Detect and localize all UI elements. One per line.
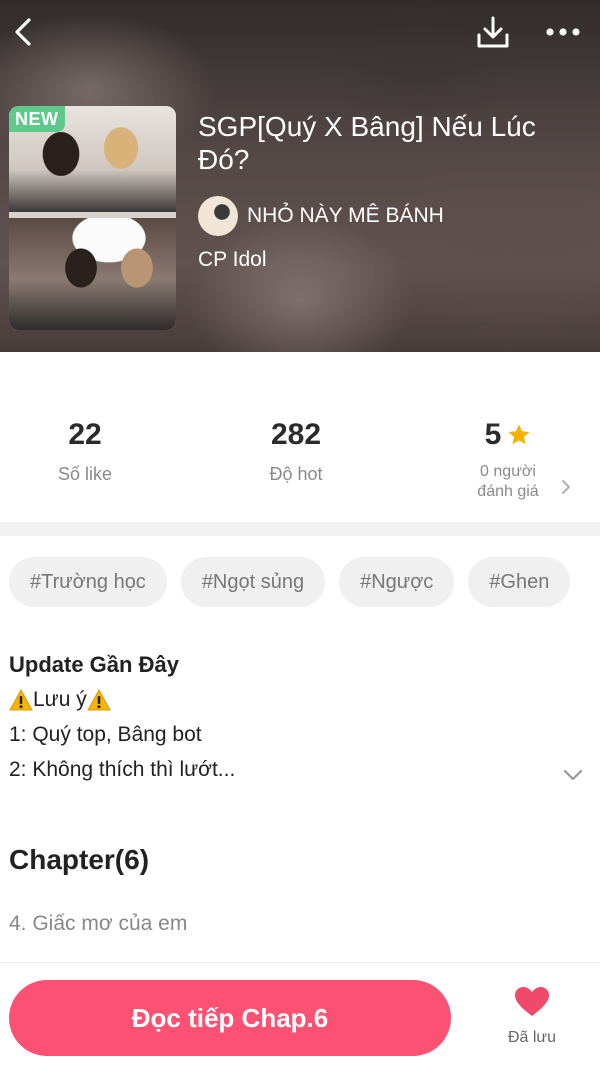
story-hero: NEW SGP[Quý X Bâng] Nếu Lúc Đó? NHỎ NÀY … xyxy=(0,0,600,352)
heart-icon xyxy=(515,987,549,1016)
rating-value: 5 xyxy=(484,418,502,451)
hot-count: 282 xyxy=(270,418,322,451)
like-label: Số like xyxy=(57,464,113,484)
top-bar xyxy=(0,0,600,66)
tag-chip[interactable]: #Ghen xyxy=(468,557,571,607)
warning-icon xyxy=(9,688,33,710)
download-button[interactable] xyxy=(472,12,514,52)
continue-reading-button[interactable]: Đọc tiếp Chap.6 xyxy=(9,980,451,1056)
star-icon xyxy=(508,424,530,445)
like-count: 22 xyxy=(68,418,102,451)
tag-chip[interactable]: #Ngược xyxy=(339,557,455,607)
story-title: SGP[Quý X Bâng] Nếu Lúc Đó? xyxy=(198,111,536,175)
story-cover-image[interactable] xyxy=(9,106,176,330)
update-note: Lưu ý xyxy=(33,688,87,711)
section-divider xyxy=(0,522,600,536)
saved-label: Đã lưu xyxy=(507,1029,557,1046)
update-line-2: 2: Không thích thì lướt... xyxy=(9,758,236,781)
cover-panel-bottom xyxy=(9,218,176,330)
hot-label: Độ hot xyxy=(269,464,323,484)
recent-update: Update Gần Đây Lưu ý 1: Quý top, Bâng bo… xyxy=(9,648,569,787)
rating-count-label: 0 người xyxy=(480,463,536,480)
more-options-button[interactable] xyxy=(540,12,586,52)
update-note-line: Lưu ý xyxy=(9,682,569,717)
like-stat: 22 Số like xyxy=(30,418,140,485)
author-name: NHỎ NÀY MÊ BÁNH xyxy=(247,204,444,227)
warning-icon xyxy=(86,688,111,710)
new-badge: NEW xyxy=(9,106,65,132)
rating-caption: đánh giá xyxy=(477,483,539,500)
saved-button[interactable]: Đã lưu xyxy=(500,986,564,1047)
expand-button[interactable] xyxy=(560,762,586,788)
update-title: Update Gần Đây xyxy=(9,652,179,677)
hot-stat: 282 Độ hot xyxy=(236,418,356,485)
author-link[interactable]: NHỎ NÀY MÊ BÁNH xyxy=(198,196,444,236)
more-dots-icon xyxy=(546,28,580,36)
download-icon xyxy=(477,16,509,48)
rating-stat[interactable]: 5 0 người đánh giá xyxy=(446,418,570,502)
stats-panel: 22 Số like 282 Độ hot 5 0 người đánh giá xyxy=(0,352,600,522)
chevron-down-icon xyxy=(563,769,583,781)
chapter-heading: Chapter(6) xyxy=(9,844,150,875)
tag-chip[interactable]: #Trường học xyxy=(9,557,167,607)
story-category[interactable]: CP Idol xyxy=(198,248,267,272)
chapter-item[interactable]: 4. Giấc mơ của em xyxy=(9,912,187,936)
tag-chip[interactable]: #Ngọt sủng xyxy=(180,557,326,607)
author-avatar xyxy=(198,196,238,236)
update-line-1: 1: Quý top, Bâng bot xyxy=(9,723,202,746)
back-button[interactable] xyxy=(6,12,40,52)
tag-list: #Trường học #Ngọt sủng #Ngược #Ghen xyxy=(9,557,571,607)
chevron-right-icon xyxy=(562,480,570,494)
chevron-left-icon xyxy=(15,18,31,46)
